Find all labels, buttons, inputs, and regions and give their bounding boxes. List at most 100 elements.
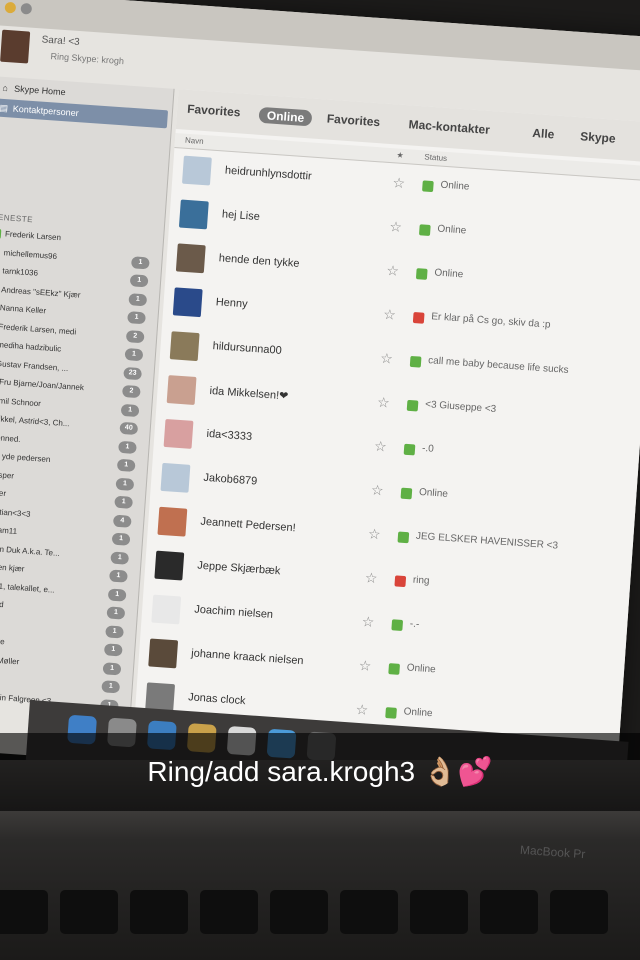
recent-item-label: haveste (0, 635, 5, 647)
contact-status: Er klar på Cs go, skiv da :p (430, 311, 551, 331)
unread-badge: 1 (103, 643, 123, 657)
tab-online[interactable]: Online (258, 106, 313, 127)
avatar (172, 287, 203, 318)
contact-status: Online (403, 706, 433, 720)
avatar (154, 550, 185, 581)
tab-skype[interactable]: Skype (580, 129, 616, 145)
presence-icon (412, 312, 425, 324)
favorite-star-icon[interactable]: ☆ (367, 525, 381, 543)
avatar (178, 199, 209, 230)
favorite-star-icon[interactable]: ☆ (380, 350, 394, 368)
favorite-star-icon[interactable]: ☆ (361, 613, 375, 631)
unread-badge: 1 (128, 292, 148, 306)
contact-status: Online (406, 662, 436, 676)
keyboard-key (0, 890, 48, 934)
recent-item-label: sIIeS1, talekallet, e... (0, 579, 55, 595)
contacts-icon: ▤ (0, 102, 9, 114)
recent-item-label: tarnk1036 (2, 266, 39, 278)
unread-badge: 40 (119, 421, 139, 436)
contact-status: Online (433, 267, 464, 281)
favorite-star-icon[interactable]: ☆ (389, 218, 403, 236)
profile-name: Sara! <3 (41, 34, 81, 49)
unread-badge: 1 (124, 348, 144, 362)
minimize-window-button[interactable] (4, 1, 17, 14)
zoom-window-button[interactable] (20, 2, 33, 15)
unread-badge: 1 (116, 458, 136, 472)
favorite-star-icon[interactable]: ☆ (358, 657, 372, 675)
contact-status: ring (412, 574, 430, 587)
unread-badge: 1 (107, 587, 127, 602)
tab-favorites-2[interactable]: Favorites (326, 112, 380, 130)
recent-item-label: Nanna Keller (0, 303, 47, 316)
profile-header[interactable]: Sara! <3 Ring Skype: krogh (0, 29, 182, 82)
presence-icon (400, 487, 413, 500)
favorite-star-icon[interactable]: ☆ (370, 482, 385, 500)
sidebar-item-label: Skype Home (13, 83, 66, 98)
favorite-star-icon[interactable]: ☆ (355, 701, 369, 719)
recent-item-label: Emil Schnoor (0, 395, 42, 408)
avatar (148, 638, 179, 669)
tab-all[interactable]: Alle (532, 126, 555, 142)
keyboard-key (340, 890, 398, 934)
unread-badge: 1 (110, 551, 130, 565)
favorite-star-icon[interactable]: ☆ (383, 306, 397, 324)
profile-status: Ring Skype: krogh (50, 51, 125, 67)
keyboard-key (200, 890, 258, 934)
column-favorite[interactable]: ★ (396, 150, 404, 159)
avatar (157, 506, 188, 537)
keyboard-key (550, 890, 608, 934)
unread-badge: 1 (106, 606, 126, 620)
contact-name: ida<3333 (206, 427, 253, 444)
contact-name: johanne kraack nielsen (190, 647, 304, 668)
contact-status: call me baby because life sucks (427, 355, 569, 376)
recent-item-label: Dolan Duk A.k.a. Te... (0, 543, 61, 558)
unread-badge: 1 (129, 274, 149, 288)
avatar (0, 29, 31, 64)
unread-badge: 1 (102, 661, 122, 675)
unread-badge: 1 (120, 403, 140, 417)
unread-badge: 4 (112, 514, 132, 528)
recent-item-label: Frederik Larsen (4, 229, 62, 243)
sidebar-item-label: Kontaktpersoner (12, 103, 80, 119)
column-status[interactable]: Status (424, 152, 447, 163)
favorite-star-icon[interactable]: ☆ (364, 569, 378, 587)
avatar (166, 375, 197, 405)
presence-icon (397, 531, 410, 544)
presence-icon (385, 707, 397, 719)
contact-name: hej Lise (221, 208, 261, 224)
contact-status: Online (418, 486, 449, 500)
contact-name: Jakob6879 (203, 471, 258, 488)
favorite-star-icon[interactable]: ☆ (386, 262, 400, 280)
avatar (163, 418, 194, 449)
presence-icon (406, 399, 419, 412)
presence-icon (403, 443, 416, 456)
contact-status: -.- (409, 618, 420, 631)
keyboard (0, 890, 640, 960)
recent-item-label: Gustav Frandsen, ... (0, 358, 69, 373)
favorite-star-icon[interactable]: ☆ (374, 438, 388, 456)
favorite-star-icon[interactable]: ☆ (377, 394, 391, 412)
snap-caption: Ring/add sara.krogh3 👌🏼💕 (147, 756, 493, 787)
presence-icon (418, 224, 431, 236)
avatar (169, 331, 200, 362)
presence-icon (415, 268, 428, 280)
recent-item-label: konrad (0, 598, 4, 610)
avatar (160, 462, 191, 493)
contact-name: Jeannett Pedersen! (200, 515, 297, 535)
column-name[interactable]: Navn (185, 136, 204, 146)
presence-icon (0, 228, 2, 239)
tab-mac-contacts[interactable]: Mac-kontakter (408, 117, 490, 137)
presence-icon (422, 180, 434, 193)
recent-item-label: adham11 (0, 524, 18, 536)
contact-name: ida Mikkelsen!❤ (209, 385, 289, 403)
favorite-star-icon[interactable]: ☆ (392, 174, 406, 192)
unread-badge: 2 (121, 384, 141, 399)
keyboard-key (60, 890, 118, 934)
contact-status: Online (437, 223, 467, 237)
contacts-panel: Favorites Online Favorites Mac-kontakter… (135, 89, 640, 807)
recent-item-label: Andreas "sEEkz" Kjær (0, 284, 81, 300)
tab-favorites[interactable]: Favorites (187, 102, 241, 120)
recent-item-label: mediha hadzibulic (0, 340, 62, 354)
recent-item-label: oliver (0, 487, 7, 499)
keyboard-key (270, 890, 328, 934)
